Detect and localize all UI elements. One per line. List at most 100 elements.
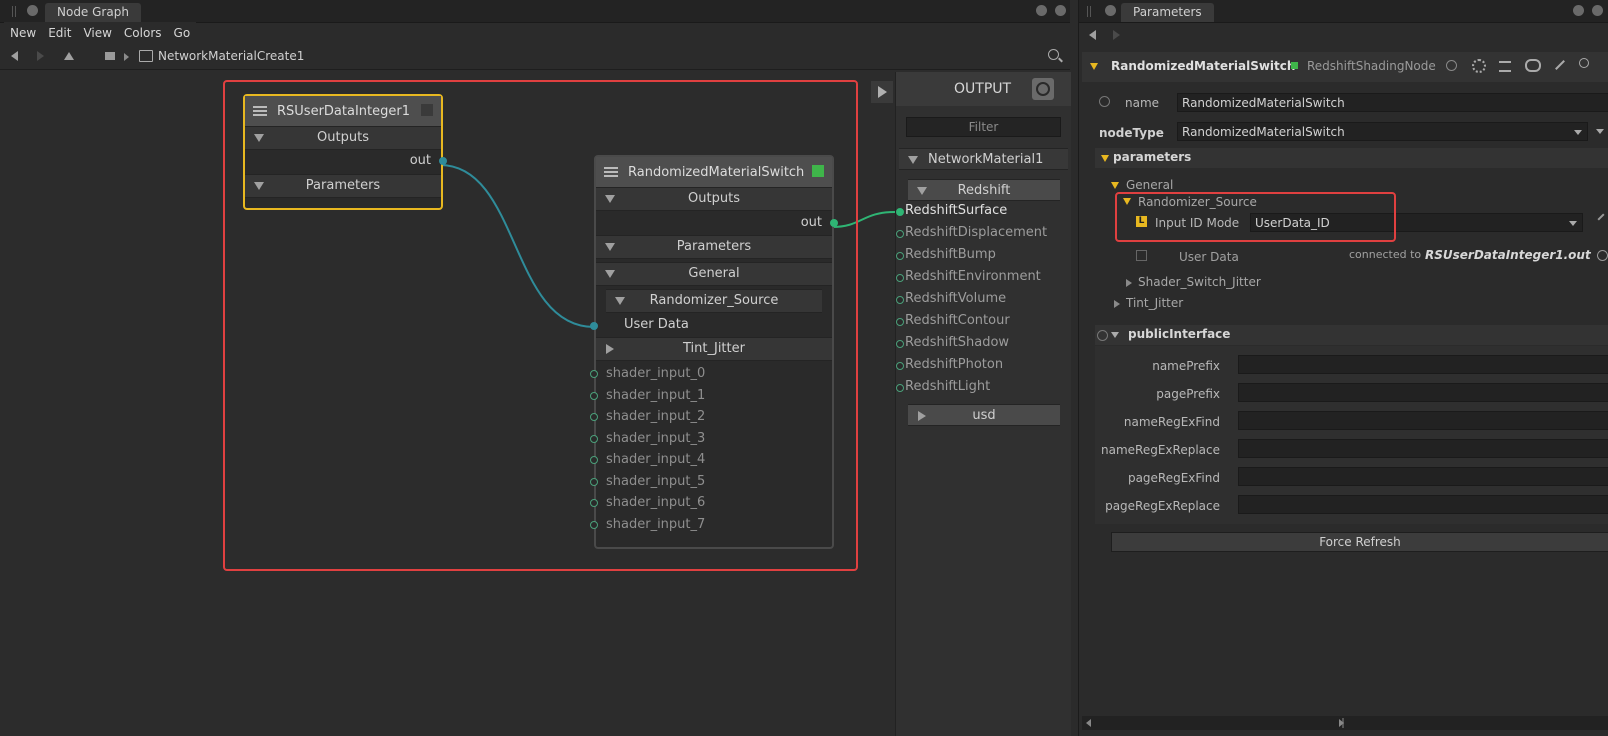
port-label: RedshiftShadow xyxy=(905,335,1010,350)
output-port-row: RedshiftContour xyxy=(896,313,1010,328)
nodetype-dropdown[interactable]: RandomizedMaterialSwitch xyxy=(1177,122,1588,141)
port-label: RedshiftContour xyxy=(905,313,1010,328)
output-expand-button[interactable] xyxy=(871,81,893,103)
field-label: pageRegExReplace xyxy=(1105,499,1220,513)
collapse-icon[interactable] xyxy=(1111,332,1119,338)
port-label: RedshiftSurface xyxy=(905,203,1008,218)
node-name: RandomizedMaterialSwitch xyxy=(1111,59,1296,73)
port-label: RedshiftLight xyxy=(905,379,991,394)
field-label: namePrefix xyxy=(1152,359,1220,373)
forward-icon[interactable] xyxy=(1113,30,1120,40)
output-port-row: RedshiftEnvironment xyxy=(896,269,1041,284)
name-field[interactable]: RandomizedMaterialSwitch xyxy=(1177,93,1608,112)
port-label: RedshiftBump xyxy=(905,247,996,262)
redshift-section[interactable]: Redshift xyxy=(908,179,1060,201)
connected-target[interactable]: RSUserDataInteger1.out xyxy=(1425,248,1591,262)
tint-jitter-group[interactable]: Tint_Jitter xyxy=(1126,296,1183,310)
page-prefix-field[interactable] xyxy=(1238,383,1608,402)
hierarchy-icon[interactable] xyxy=(1499,61,1511,72)
parameters-tabbar: Parameters xyxy=(1079,0,1608,23)
section-label: Redshift xyxy=(957,183,1011,198)
collapse-icon[interactable] xyxy=(917,187,927,195)
panel-grip[interactable] xyxy=(1087,6,1091,17)
expand-icon[interactable] xyxy=(1126,279,1132,287)
input-port[interactable] xyxy=(896,252,904,260)
maximize-icon[interactable] xyxy=(1573,5,1584,16)
section-label: usd xyxy=(972,408,996,423)
help-icon[interactable] xyxy=(1097,330,1108,341)
parameters-group-header[interactable]: parameters xyxy=(1095,148,1608,168)
node-type: RedshiftShadingNode xyxy=(1307,59,1436,73)
scroll-right-icon[interactable] xyxy=(1339,719,1344,727)
output-port-row: RedshiftVolume xyxy=(896,291,1007,306)
collapse-icon[interactable] xyxy=(1111,182,1119,189)
node-header-row: RandomizedMaterialSwitch RedshiftShading… xyxy=(1082,52,1608,82)
input-port[interactable] xyxy=(896,274,904,282)
input-port[interactable] xyxy=(896,318,904,326)
name-prefix-field[interactable] xyxy=(1238,355,1608,374)
input-port[interactable] xyxy=(896,362,904,370)
section-label: NetworkMaterial1 xyxy=(928,152,1044,167)
input-port[interactable] xyxy=(896,208,904,216)
search-icon[interactable] xyxy=(1579,58,1589,68)
field-label: pageRegExFind xyxy=(1127,471,1220,485)
help-icon[interactable] xyxy=(1446,60,1457,71)
scroll-left-icon[interactable] xyxy=(1086,719,1091,727)
checkbox-icon[interactable] xyxy=(1136,250,1147,261)
tab-parameters[interactable]: Parameters xyxy=(1121,3,1214,22)
port-label: RedshiftPhoton xyxy=(905,357,1004,372)
port-label: RedshiftDisplacement xyxy=(905,225,1048,240)
back-icon[interactable] xyxy=(1089,30,1096,40)
group-label: parameters xyxy=(1113,150,1192,164)
gear-icon[interactable] xyxy=(1472,59,1486,73)
output-port-row: RedshiftDisplacement xyxy=(896,225,1048,240)
field-label: pagePrefix xyxy=(1156,387,1220,401)
field-label: nameRegExFind xyxy=(1123,415,1220,429)
panel-menu-icon[interactable] xyxy=(1105,5,1116,16)
help-icon[interactable] xyxy=(1099,96,1110,107)
port-label: RedshiftVolume xyxy=(905,291,1007,306)
name-regex-find-field[interactable] xyxy=(1238,411,1608,430)
input-port[interactable] xyxy=(896,384,904,392)
collapse-icon[interactable] xyxy=(1090,63,1098,70)
network-material-section[interactable]: NetworkMaterial1 xyxy=(899,148,1068,170)
expand-icon[interactable] xyxy=(1114,300,1120,308)
expand-icon[interactable] xyxy=(918,411,926,421)
output-port-row: RedshiftBump xyxy=(896,247,996,262)
collapse-icon[interactable] xyxy=(1101,155,1109,162)
highlight-box-input-mode xyxy=(1115,192,1396,242)
input-port[interactable] xyxy=(896,230,904,238)
filter-input[interactable]: Filter xyxy=(906,117,1061,137)
output-view-icon[interactable] xyxy=(1032,78,1054,100)
public-interface-header[interactable]: publicInterface xyxy=(1095,325,1608,345)
pin-icon[interactable] xyxy=(1597,213,1605,221)
usd-section[interactable]: usd xyxy=(908,404,1060,426)
input-port[interactable] xyxy=(896,340,904,348)
force-refresh-button[interactable]: Force Refresh xyxy=(1111,532,1608,552)
pin-icon[interactable] xyxy=(1555,60,1565,70)
input-port[interactable] xyxy=(896,296,904,304)
output-title: OUTPUT xyxy=(954,81,1012,97)
shader-switch-jitter-group[interactable]: Shader_Switch_Jitter xyxy=(1138,275,1261,289)
group-label: publicInterface xyxy=(1128,327,1231,341)
highlight-box-nodes xyxy=(223,80,858,571)
output-port-row: RedshiftShadow xyxy=(896,335,1010,350)
chevron-down-icon[interactable] xyxy=(1596,129,1604,134)
collapse-icon[interactable] xyxy=(908,156,918,164)
nodetype-value: RandomizedMaterialSwitch xyxy=(1182,125,1345,139)
port-label: RedshiftEnvironment xyxy=(905,269,1041,284)
page-regex-find-field[interactable] xyxy=(1238,467,1608,486)
output-port-row: RedshiftLight xyxy=(896,379,991,394)
filter-placeholder: Filter xyxy=(968,120,999,134)
output-header: OUTPUT xyxy=(896,72,1071,106)
comment-icon[interactable] xyxy=(1525,59,1541,72)
page-regex-replace-field[interactable] xyxy=(1238,495,1608,514)
name-regex-replace-field[interactable] xyxy=(1238,439,1608,458)
nodetype-label: nodeType xyxy=(1099,126,1164,140)
view-icon-ring xyxy=(1036,82,1050,96)
connection-icon[interactable] xyxy=(1597,250,1608,261)
parameters-panel: Parameters RandomizedMaterialSwitch Reds… xyxy=(1078,0,1608,736)
horizontal-scrollbar[interactable] xyxy=(1082,716,1608,730)
close-icon[interactable] xyxy=(1592,5,1603,16)
general-group-label[interactable]: General xyxy=(1126,178,1173,192)
